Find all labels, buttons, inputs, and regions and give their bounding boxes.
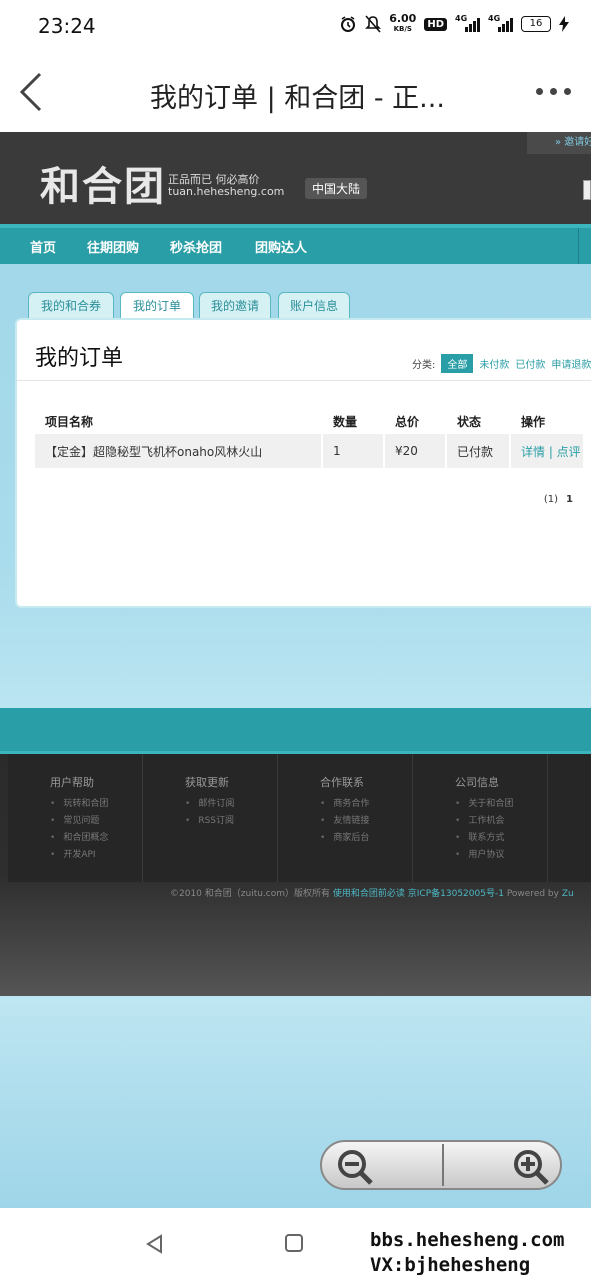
icp-link[interactable]: 京ICP备13052005号-1 [408, 889, 504, 899]
tab-account-info[interactable]: 账户信息 [278, 292, 350, 319]
col-actions: 操作 [521, 414, 546, 429]
search-box-edge[interactable] [583, 180, 591, 200]
nav-edge [578, 228, 579, 264]
footer-links: 用户帮助 玩转和合团 常见问题 和合团概念 开发API 获取更新 邮件订阅 RS… [8, 754, 591, 882]
site-slogan: 正品而已 何必高价 tuan.hehesheng.com [168, 173, 285, 198]
footer-band [0, 708, 591, 754]
filter-unpaid[interactable]: 未付款 [479, 356, 509, 371]
copyright: ©2010 和合团（zuitu.com）版权所有 使用和合团前必读 京ICP备1… [170, 889, 574, 899]
col-status: 状态 [457, 414, 482, 429]
tab-invites[interactable]: 我的邀请 [199, 292, 271, 319]
cell-item-name[interactable]: 【定金】超隐秘型飞机杯onaho风林火山 [35, 434, 321, 468]
footer-col-title: 合作联系 [320, 776, 364, 789]
nav-home-icon[interactable] [285, 1234, 303, 1252]
order-filter: 分类: 全部 未付款 已付款 申请退款 [412, 354, 591, 373]
powered-link[interactable]: Zu [562, 889, 574, 899]
col-total: 总价 [395, 414, 420, 429]
zoom-divider [442, 1144, 444, 1186]
footer-link[interactable]: 和合团概念 [50, 830, 108, 847]
main-nav: 首页 往期团购 秒杀抢团 团购达人 [0, 224, 591, 264]
web-content: » 邀请好 和合团 正品而已 何必高价 tuan.hehesheng.com 中… [0, 132, 591, 1208]
nav-past-deals[interactable]: 往期团购 [87, 237, 139, 256]
cell-status: 已付款 [447, 434, 509, 468]
cell-qty: 1 [323, 434, 383, 468]
footer-col-updates: 获取更新 邮件订阅 RSS订阅 [143, 754, 278, 882]
filter-label: 分类: [412, 360, 436, 371]
divider [17, 380, 591, 381]
site-header: » 邀请好 和合团 正品而已 何必高价 tuan.hehesheng.com 中… [0, 132, 591, 224]
col-item-name: 项目名称 [45, 414, 94, 429]
footer-link[interactable]: 邮件订阅 [185, 796, 234, 813]
footer-col-title: 公司信息 [455, 776, 499, 789]
col-qty: 数量 [333, 414, 358, 429]
nav-group-experts[interactable]: 团购达人 [255, 237, 307, 256]
cell-price: ¥20 [385, 434, 445, 468]
pager-count: (1) [543, 494, 559, 505]
nav-home[interactable]: 首页 [30, 237, 56, 256]
footer-link[interactable]: 友情链接 [320, 813, 369, 830]
nav-flash-sale[interactable]: 秒杀抢团 [170, 237, 222, 256]
watermark: bbs.hehesheng.com VX:bjhehesheng [370, 1229, 565, 1276]
footer-link[interactable]: RSS订阅 [185, 813, 234, 830]
footer-col-help: 用户帮助 玩转和合团 常见问题 和合团概念 开发API [8, 754, 143, 882]
footer-col-title: 用户帮助 [50, 776, 94, 789]
panel-title: 我的订单 [35, 346, 124, 371]
browser-title: 我的订单 | 和合团 - 正... [150, 83, 445, 114]
zoom-control [320, 1140, 562, 1190]
footer-col-company: 公司信息 关于和合团 工作机会 联系方式 用户协议 [413, 754, 548, 882]
alarm-icon [341, 16, 356, 32]
signal-icon: 4G [455, 14, 480, 32]
orders-panel: 我的订单 分类: 全部 未付款 已付款 申请退款 项目名称 数量 总价 状态 操… [15, 318, 591, 608]
footer-link[interactable]: 用户协议 [455, 847, 513, 864]
tab-my-orders[interactable]: 我的订单 [120, 292, 194, 321]
hd-badge: HD [424, 17, 447, 31]
footer-link[interactable]: 联系方式 [455, 830, 513, 847]
terms-link[interactable]: 使用和合团前必读 [333, 889, 405, 899]
site-footer: 用户帮助 玩转和合团 常见问题 和合团概念 开发API 获取更新 邮件订阅 RS… [0, 754, 591, 996]
footer-link[interactable]: 商家后台 [320, 830, 369, 847]
system-nav-bar: bbs.hehesheng.com VX:bjhehesheng [0, 1208, 591, 1280]
zoom-in-icon[interactable] [512, 1148, 550, 1186]
table-header-row: 项目名称 数量 总价 状态 操作 [35, 408, 583, 434]
zoom-out-icon[interactable] [336, 1148, 374, 1186]
status-time: 23:24 [38, 14, 96, 38]
site-logo[interactable]: 和合团 [40, 154, 166, 212]
footer-link[interactable]: 常见问题 [50, 813, 108, 830]
filter-all[interactable]: 全部 [441, 354, 474, 373]
footer-col-title: 获取更新 [185, 776, 229, 789]
table-row: 【定金】超隐秘型飞机杯onaho风林火山 1 ¥20 已付款 详情 | 点评 [35, 434, 583, 468]
footer-col-cooperation: 合作联系 商务合作 友情链接 商家后台 [278, 754, 413, 882]
mute-bell-icon [365, 15, 382, 33]
footer-link[interactable]: 商务合作 [320, 796, 369, 813]
pagination: (1) 1 [544, 494, 573, 505]
city-selector[interactable]: 中国大陆 [305, 178, 368, 199]
footer-link[interactable]: 开发API [50, 847, 108, 864]
status-bar: 23:24 6.00 KB/S HD 4G 4G 16 [0, 0, 591, 52]
orders-table: 项目名称 数量 总价 状态 操作 【定金】超隐秘型飞机杯onaho风林火山 1 … [33, 408, 585, 468]
net-speed: 6.00 KB/S [389, 12, 417, 33]
back-arrow-icon[interactable] [18, 72, 48, 112]
nav-back-icon[interactable] [145, 1234, 165, 1254]
signal-icon-2: 4G [488, 14, 513, 32]
filter-refund[interactable]: 申请退款 [551, 356, 591, 371]
cell-actions[interactable]: 详情 | 点评 [511, 434, 583, 468]
pager-page-1[interactable]: 1 [566, 494, 573, 505]
invite-link[interactable]: » 邀请好 [527, 132, 591, 154]
tab-coupons[interactable]: 我的和合券 [28, 292, 114, 319]
status-icons: 6.00 KB/S HD 4G 4G 16 [339, 12, 569, 34]
footer-link[interactable]: 工作机会 [455, 813, 513, 830]
charging-icon [559, 16, 569, 32]
footer-link[interactable]: 关于和合团 [455, 796, 513, 813]
browser-toolbar: 我的订单 | 和合团 - 正... [0, 52, 591, 132]
battery-icon: 16 [521, 16, 551, 32]
more-menu-icon[interactable] [536, 88, 571, 95]
footer-link[interactable]: 玩转和合团 [50, 796, 108, 813]
filter-paid[interactable]: 已付款 [515, 356, 545, 371]
